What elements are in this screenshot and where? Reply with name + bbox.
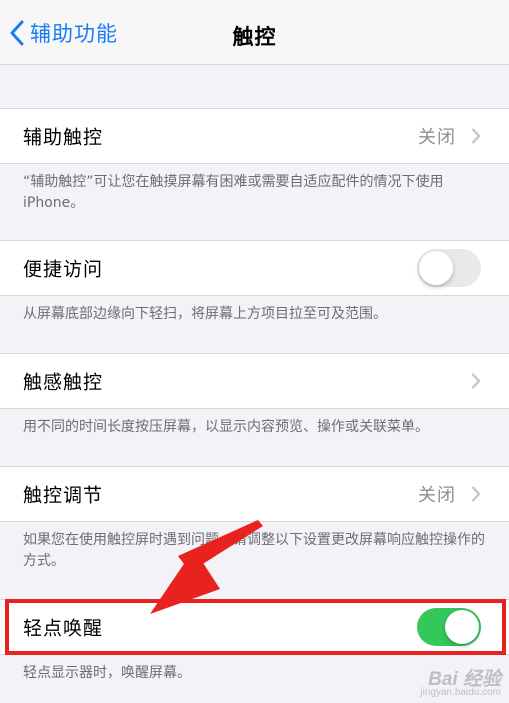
row-footer: “辅助触控”可让您在触摸屏幕有困难或需要自适应配件的情况下使用 iPhone。: [23, 174, 444, 211]
row-touch-accommodations[interactable]: 触控调节 关闭: [0, 466, 509, 522]
annotation-arrow-icon: [150, 520, 263, 614]
row-tap-to-wake: 轻点唤醒: [0, 599, 509, 655]
row-label: 辅助触控: [23, 126, 104, 149]
row-label: 便捷访问: [23, 258, 104, 281]
row-haptic-touch[interactable]: 触感触控: [0, 353, 509, 409]
chevron-right-icon: [471, 373, 481, 389]
row-reachability: 便捷访问: [0, 240, 509, 296]
row-footer: 用不同的时间长度按压屏幕，以显示内容预览、操作或关联菜单。: [23, 419, 429, 435]
reachability-toggle[interactable]: [417, 249, 481, 287]
chevron-right-icon: [471, 486, 481, 502]
row-footer: 轻点显示器时，唤醒屏幕。: [23, 665, 191, 681]
row-value: 关闭: [418, 127, 456, 148]
watermark-logo: Bai 经验: [428, 669, 501, 690]
toggle-knob: [445, 610, 479, 644]
toggle-knob: [419, 251, 453, 285]
row-label: 触感触控: [23, 371, 104, 394]
row-label: 轻点唤醒: [23, 617, 104, 640]
row-value: 关闭: [418, 485, 456, 506]
chevron-right-icon: [471, 128, 481, 144]
row-footer: 从屏幕底部边缘向下轻扫，将屏幕上方项目拉至可及范围。: [23, 306, 387, 322]
row-assistive-touch[interactable]: 辅助触控 关闭: [0, 108, 509, 164]
row-label: 触控调节: [23, 484, 104, 507]
page-title: 触控: [232, 25, 277, 49]
tap-to-wake-toggle[interactable]: [417, 608, 481, 646]
navigation-bar: 辅助功能 触控: [0, 0, 509, 65]
watermark: Bai 经验 jingyan.baidu.com: [420, 669, 501, 699]
watermark-url: jingyan.baidu.com: [420, 687, 501, 698]
row-footer: 如果您在使用触控屏时遇到问题，请调整以下设置更改屏幕响应触控操作的方式。: [23, 532, 485, 569]
